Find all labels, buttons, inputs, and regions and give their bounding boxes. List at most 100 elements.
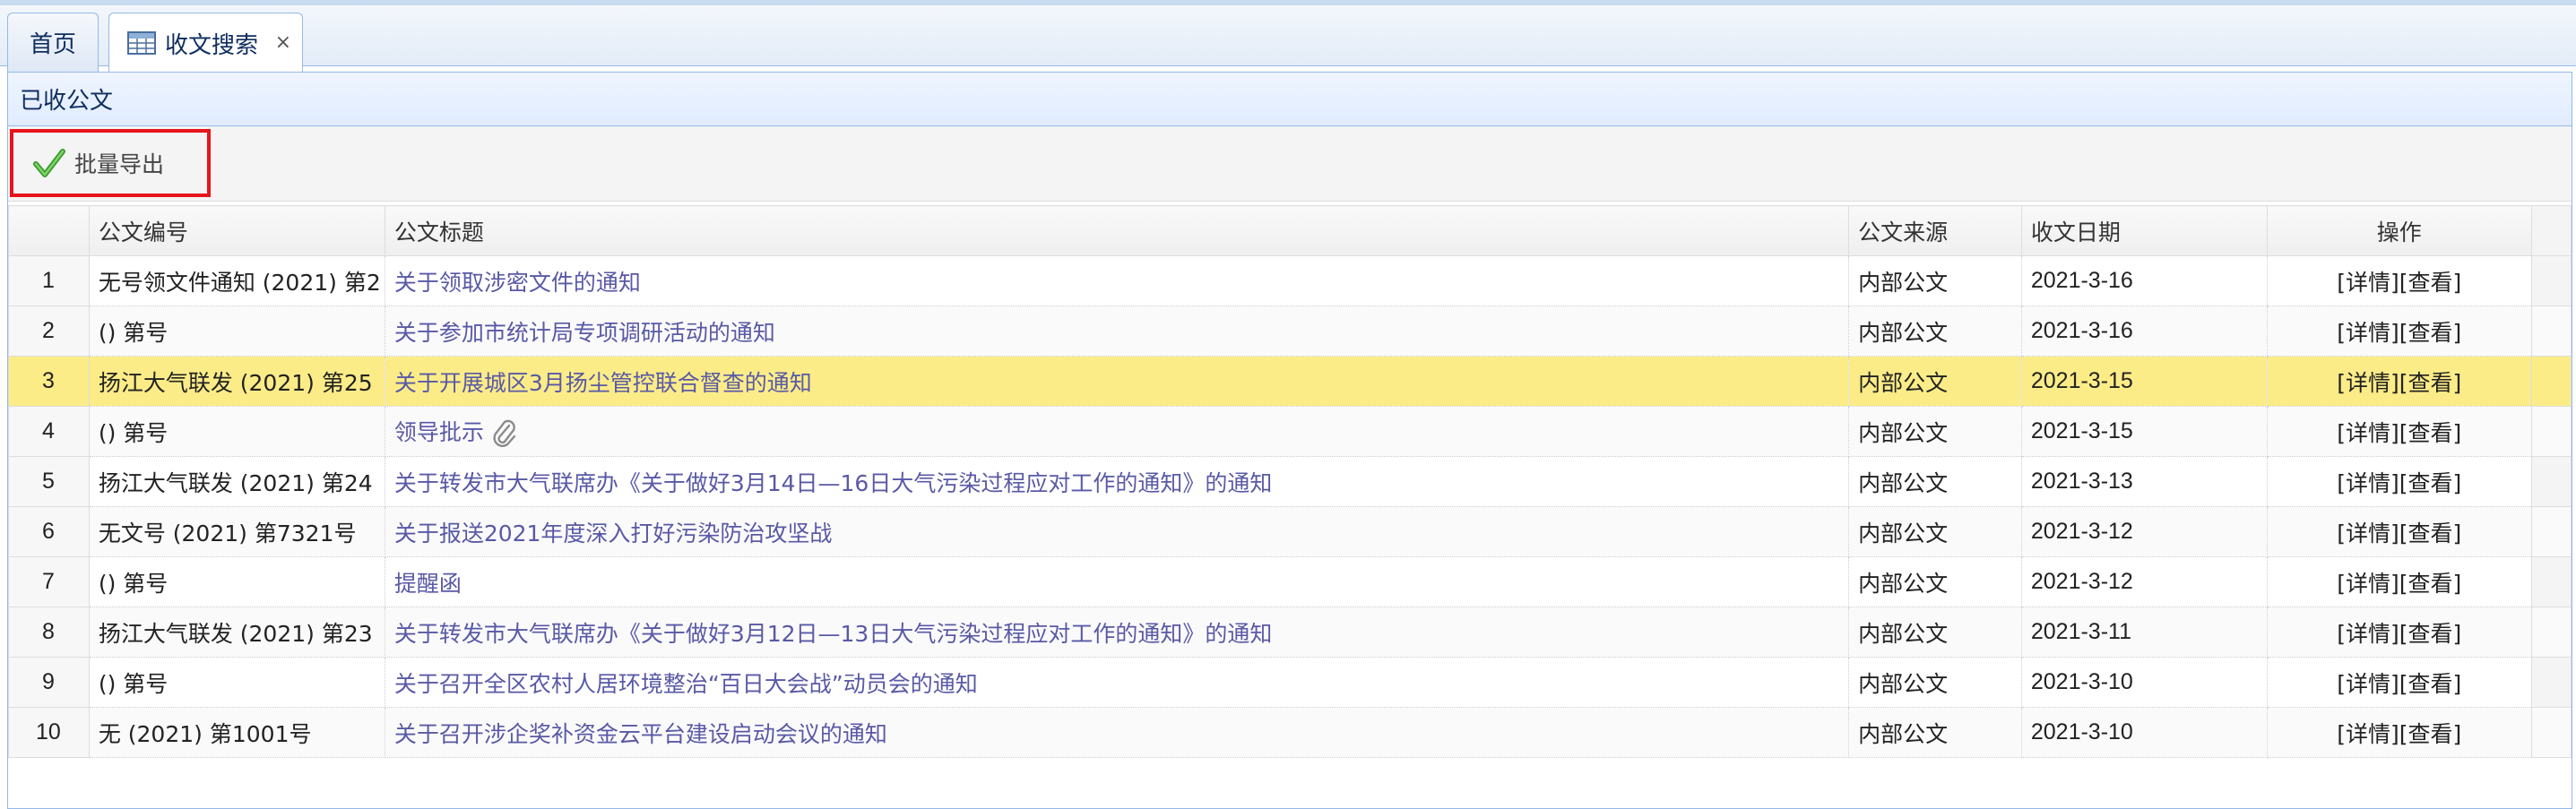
- doc-title-link[interactable]: 关于召开全区农村人居环境整治“百日大会战”动员会的通知: [394, 671, 978, 697]
- close-icon[interactable]: ×: [275, 31, 291, 54]
- column-header-source[interactable]: 公文来源: [1848, 205, 2022, 256]
- table-row[interactable]: 2 () 第号 关于参加市统计局专项调研活动的通知 内部公文 2021-3-16…: [8, 306, 2572, 357]
- tab-bar: 首页 收文搜索 ×: [0, 0, 2576, 73]
- row-number: 7: [8, 556, 90, 607]
- view-link[interactable]: [查看]: [2399, 621, 2462, 647]
- doc-source: 内部公文: [1848, 456, 2022, 507]
- received-documents-panel: 已收公文 批量导出 公文编号 公文标题 公文来源 收文日期 操作 1 无号领文件…: [7, 72, 2572, 809]
- doc-title-link[interactable]: 提醒函: [394, 571, 462, 597]
- detail-link[interactable]: [详情]: [2337, 370, 2399, 396]
- detail-link[interactable]: [详情]: [2337, 521, 2399, 547]
- doc-title-link[interactable]: 领导批示: [394, 419, 484, 445]
- table-row[interactable]: 10 无 (2021) 第1001号 关于召开涉企奖补资金云平台建设启动会议的通…: [8, 707, 2572, 758]
- doc-source: 内部公文: [1848, 607, 2022, 658]
- detail-link[interactable]: [详情]: [2337, 571, 2399, 597]
- detail-link[interactable]: [详情]: [2337, 420, 2399, 446]
- detail-link[interactable]: [详情]: [2337, 320, 2399, 346]
- column-header-date[interactable]: 收文日期: [2020, 205, 2269, 256]
- doc-source: 内部公文: [1848, 657, 2022, 708]
- row-number: 4: [8, 406, 90, 457]
- doc-date: 2021-3-10: [2020, 657, 2269, 708]
- doc-code: 无 (2021) 第1001号: [88, 707, 385, 758]
- doc-source: 内部公文: [1848, 356, 2022, 407]
- doc-source: 内部公文: [1848, 255, 2022, 306]
- table-row[interactable]: 4 () 第号 领导批示 内部公文 2021-3-15 [详情][查看]: [8, 406, 2572, 457]
- documents-grid: 公文编号 公文标题 公文来源 收文日期 操作 1 无号领文件通知 (2021) …: [8, 205, 2572, 758]
- detail-link[interactable]: [详情]: [2337, 721, 2399, 747]
- view-link[interactable]: [查看]: [2399, 470, 2462, 496]
- column-header-rownum: [8, 205, 90, 256]
- scrollbar-gap: [2531, 506, 2572, 557]
- doc-source: 内部公文: [1848, 306, 2022, 357]
- doc-title-link[interactable]: 关于召开涉企奖补资金云平台建设启动会议的通知: [394, 721, 887, 747]
- scrollbar-gap: [2531, 255, 2572, 306]
- scrollbar-gap: [2531, 306, 2572, 357]
- view-link[interactable]: [查看]: [2399, 320, 2462, 346]
- doc-date: 2021-3-15: [2020, 406, 2269, 457]
- view-link[interactable]: [查看]: [2399, 420, 2462, 446]
- view-link[interactable]: [查看]: [2399, 571, 2462, 597]
- doc-title-link[interactable]: 关于领取涉密文件的通知: [394, 270, 641, 296]
- doc-source: 内部公文: [1848, 556, 2022, 607]
- view-link[interactable]: [查看]: [2399, 370, 2462, 396]
- doc-date: 2021-3-11: [2020, 607, 2269, 658]
- table-row[interactable]: 7 () 第号 提醒函 内部公文 2021-3-12 [详情][查看]: [8, 556, 2572, 607]
- doc-date: 2021-3-10: [2020, 707, 2269, 758]
- table-row[interactable]: 9 () 第号 关于召开全区农村人居环境整治“百日大会战”动员会的通知 内部公文…: [8, 657, 2572, 708]
- table-row[interactable]: 1 无号领文件通知 (2021) 第2 关于领取涉密文件的通知 内部公文 202…: [8, 255, 2572, 306]
- view-link[interactable]: [查看]: [2399, 521, 2462, 547]
- doc-code: 扬江大气联发 (2021) 第24: [88, 456, 385, 507]
- doc-date: 2021-3-15: [2020, 356, 2269, 407]
- detail-link[interactable]: [详情]: [2337, 470, 2399, 496]
- view-link[interactable]: [查看]: [2399, 671, 2462, 697]
- tab-home[interactable]: 首页: [7, 13, 99, 72]
- table-row[interactable]: 6 无文号 (2021) 第7321号 关于报送2021年度深入打好污染防治攻坚…: [8, 506, 2572, 557]
- doc-title-link[interactable]: 关于转发市大气联席办《关于做好3月12日—13日大气污染过程应对工作的通知》的通…: [394, 621, 1273, 647]
- detail-link[interactable]: [详情]: [2337, 671, 2399, 697]
- doc-code: () 第号: [88, 657, 385, 708]
- view-link[interactable]: [查看]: [2399, 721, 2462, 747]
- doc-source: 内部公文: [1848, 406, 2022, 457]
- doc-code: () 第号: [88, 556, 385, 607]
- doc-title-link[interactable]: 关于参加市统计局专项调研活动的通知: [394, 320, 775, 346]
- doc-title-link[interactable]: 关于开展城区3月扬尘管控联合督查的通知: [394, 370, 812, 396]
- row-number: 5: [8, 456, 90, 507]
- doc-title-link[interactable]: 关于报送2021年度深入打好污染防治攻坚战: [394, 521, 833, 547]
- doc-code: 无文号 (2021) 第7321号: [88, 506, 385, 557]
- row-number: 1: [8, 255, 90, 306]
- check-icon: [33, 149, 65, 177]
- panel-title-text: 已收公文: [20, 88, 114, 115]
- table-row[interactable]: 8 扬江大气联发 (2021) 第23 关于转发市大气联席办《关于做好3月12日…: [8, 607, 2572, 658]
- paperclip-icon[interactable]: [491, 418, 518, 449]
- documents-table: 公文编号 公文标题 公文来源 收文日期 操作 1 无号领文件通知 (2021) …: [8, 205, 2572, 758]
- batch-export-label: 批量导出: [74, 151, 165, 177]
- detail-link[interactable]: [详情]: [2337, 270, 2399, 296]
- doc-code: 无号领文件通知 (2021) 第2: [88, 255, 385, 306]
- row-number: 10: [8, 707, 90, 758]
- batch-export-button[interactable]: 批量导出: [10, 129, 211, 197]
- row-number: 2: [8, 306, 90, 357]
- doc-date: 2021-3-16: [2020, 255, 2269, 306]
- row-number: 6: [8, 506, 90, 557]
- doc-source: 内部公文: [1848, 506, 2022, 557]
- scrollbar-gap: [2531, 406, 2572, 457]
- detail-link[interactable]: [详情]: [2337, 621, 2399, 647]
- scrollbar-gap: [2531, 205, 2572, 256]
- view-link[interactable]: [查看]: [2399, 270, 2462, 296]
- column-header-actions: 操作: [2267, 205, 2533, 256]
- column-header-title[interactable]: 公文标题: [384, 205, 1850, 256]
- row-number: 8: [8, 607, 90, 658]
- column-header-code[interactable]: 公文编号: [88, 205, 385, 256]
- doc-title-link[interactable]: 关于转发市大气联席办《关于做好3月14日—16日大气污染过程应对工作的通知》的通…: [394, 470, 1273, 496]
- row-number: 3: [8, 356, 90, 407]
- tab-home-label: 首页: [29, 31, 76, 58]
- doc-date: 2021-3-12: [2020, 556, 2269, 607]
- doc-date: 2021-3-12: [2020, 506, 2269, 557]
- row-number: 9: [8, 657, 90, 708]
- scrollbar-gap: [2531, 456, 2572, 507]
- doc-code: () 第号: [88, 406, 385, 457]
- table-row[interactable]: 5 扬江大气联发 (2021) 第24 关于转发市大气联席办《关于做好3月14日…: [8, 456, 2572, 507]
- doc-code: 扬江大气联发 (2021) 第23: [88, 607, 385, 658]
- tab-document-search[interactable]: 收文搜索 ×: [108, 13, 303, 73]
- table-row-selected[interactable]: 3 扬江大气联发 (2021) 第25 关于开展城区3月扬尘管控联合督查的通知 …: [8, 356, 2572, 407]
